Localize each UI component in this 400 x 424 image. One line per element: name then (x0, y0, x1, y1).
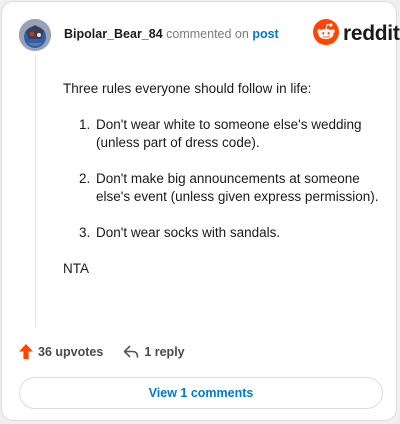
comment-signoff: NTA (63, 261, 89, 276)
comment-body: Three rules everyone should follow in li… (63, 80, 381, 278)
reply-count: 1 reply (144, 344, 185, 359)
list-item: 3. Don't wear socks with sandals. (63, 224, 381, 242)
list-item: 2. Don't make big announcements at someo… (63, 170, 381, 206)
username[interactable]: Bipolar_Bear_84 (64, 27, 163, 41)
list-item-text: Don't make big announcements at someone … (96, 171, 379, 204)
commented-on-label: commented on (166, 27, 249, 41)
reddit-brand[interactable]: reddit (313, 18, 400, 50)
avatar[interactable] (19, 19, 51, 51)
comment-actions: 36 upvotes 1 reply (19, 344, 185, 359)
view-comments-button[interactable]: View 1 comments (19, 377, 383, 409)
list-item-number: 1. (79, 117, 91, 132)
list-item: 1. Don't wear white to someone else's we… (63, 116, 381, 152)
upvote-count: 36 upvotes (38, 344, 104, 359)
rules-list: 1. Don't wear white to someone else's we… (63, 116, 381, 242)
upvote-arrow-icon (19, 344, 33, 359)
comment-intro: Three rules everyone should follow in li… (63, 81, 312, 96)
comment-header: Bipolar_Bear_84 commented on post (64, 27, 279, 41)
thread-line[interactable] (35, 54, 36, 327)
comment-card: Bipolar_Bear_84 commented on post reddit… (1, 1, 400, 421)
list-item-text: Don't wear socks with sandals. (96, 225, 281, 240)
reply-arrow-icon (123, 345, 139, 359)
list-item-number: 2. (79, 171, 91, 186)
reddit-logo-icon (313, 18, 339, 50)
post-link[interactable]: post (252, 27, 278, 41)
reddit-wordmark: reddit (343, 22, 400, 45)
upvote-button[interactable]: 36 upvotes (19, 344, 103, 359)
reply-button[interactable]: 1 reply (123, 344, 185, 359)
list-item-number: 3. (79, 225, 91, 240)
list-item-text: Don't wear white to someone else's weddi… (96, 117, 362, 150)
